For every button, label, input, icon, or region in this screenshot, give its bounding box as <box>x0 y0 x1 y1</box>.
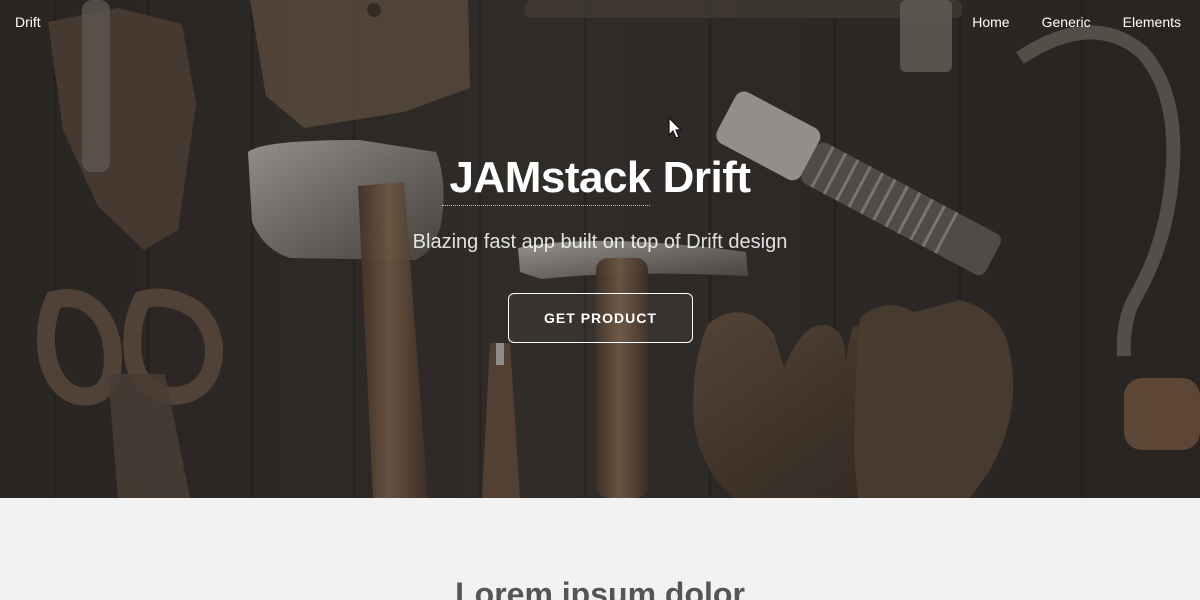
nav-link-elements[interactable]: Elements <box>1123 13 1181 31</box>
get-product-button[interactable]: Get Product <box>508 293 693 343</box>
hero-subtitle: Blazing fast app built on top of Drift d… <box>412 231 788 253</box>
nav-link-generic[interactable]: Generic <box>1042 13 1091 31</box>
nav-links: Home Generic Elements <box>972 13 1181 31</box>
page: Drift Home Generic Elements JAMstack Dri… <box>0 0 1200 600</box>
title-underline <box>442 205 650 206</box>
section-heading: Lorem ipsum dolor <box>455 576 745 600</box>
mouse-pointer-icon <box>668 117 682 139</box>
brand-link[interactable]: Drift <box>15 13 41 31</box>
hero-title: JAMstack Drift <box>449 153 751 202</box>
hero-banner: Drift Home Generic Elements JAMstack Dri… <box>0 0 1200 498</box>
top-navigation: Drift Home Generic Elements <box>0 0 1200 44</box>
nav-link-home[interactable]: Home <box>972 13 1009 31</box>
intro-section: Lorem ipsum dolor <box>0 498 1200 600</box>
hero-content: JAMstack Drift Blazing fast app built on… <box>0 146 1200 256</box>
